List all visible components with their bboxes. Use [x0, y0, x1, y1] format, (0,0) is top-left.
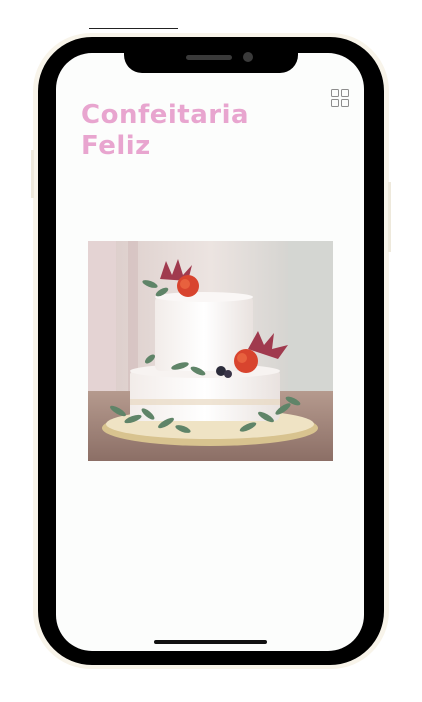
cake-photo [88, 241, 333, 461]
grid-icon[interactable] [331, 89, 349, 107]
decorative-line [89, 28, 178, 29]
app-title: Confeitaria Feliz [81, 100, 250, 161]
home-indicator [154, 640, 267, 644]
front-camera [243, 52, 253, 62]
volume-button [31, 150, 34, 198]
speaker-grille [186, 55, 232, 60]
power-button [388, 182, 391, 252]
